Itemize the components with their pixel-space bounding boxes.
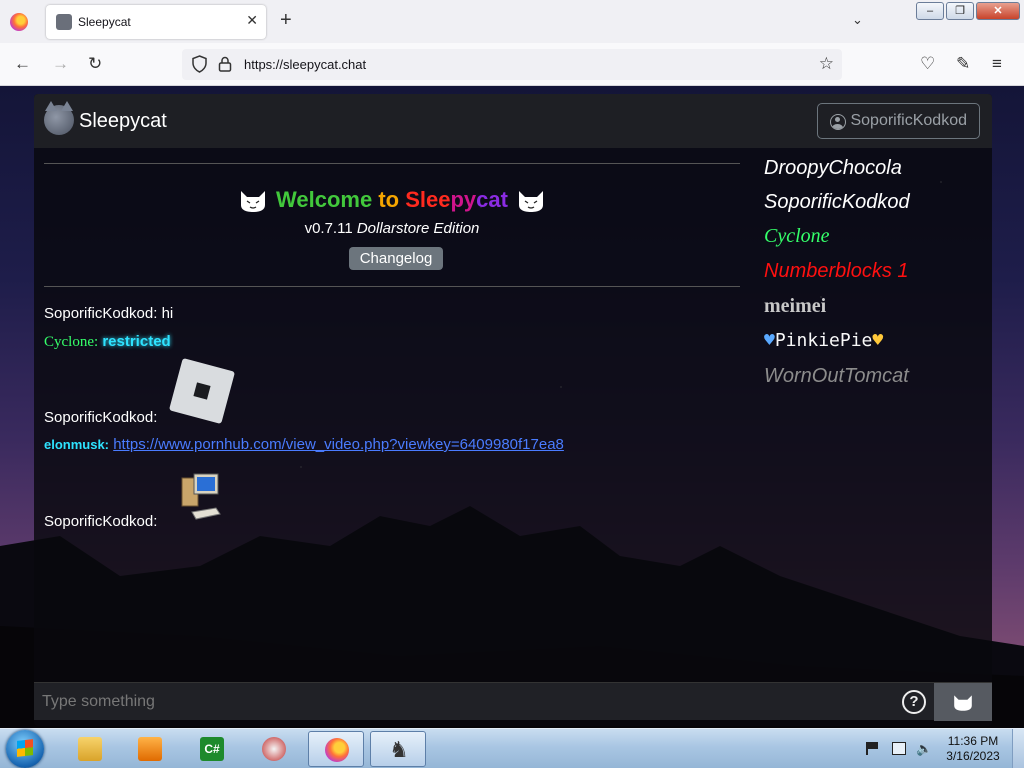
cat-send-icon bbox=[954, 695, 972, 711]
address-bar[interactable]: https://sleepycat.chat ☆ bbox=[182, 49, 842, 80]
divider-top bbox=[44, 163, 740, 164]
online-user[interactable]: Cyclone bbox=[764, 225, 830, 248]
taskbar-media-player[interactable] bbox=[122, 731, 178, 767]
system-clock[interactable]: 11:36 PM 3/16/2023 bbox=[940, 734, 1006, 764]
scissors-icon bbox=[262, 737, 286, 761]
online-user[interactable]: SoporificKodkod bbox=[764, 191, 910, 214]
list-all-tabs-chevron-icon[interactable]: ⌄ bbox=[852, 12, 863, 28]
close-window-button[interactable]: ✕ bbox=[976, 2, 1020, 20]
app-header: Sleepycat SoporificKodkod bbox=[34, 94, 992, 148]
welcome-title: Welcome to Sleepycat bbox=[276, 187, 508, 212]
chat-app-panel: Sleepycat SoporificKodkod Welcome to Sle… bbox=[34, 94, 992, 726]
online-user-name: PinkiePie bbox=[774, 330, 873, 351]
folder-icon bbox=[78, 737, 102, 761]
clock-date: 3/16/2023 bbox=[946, 749, 1000, 763]
chat-message: SoporificKodkod: hi bbox=[44, 305, 173, 322]
message-author: SoporificKodkod: bbox=[44, 305, 158, 322]
reload-icon[interactable]: ↻ bbox=[88, 55, 102, 73]
media-player-icon bbox=[138, 737, 162, 761]
page-viewport: Sleepycat SoporificKodkod Welcome to Sle… bbox=[0, 86, 1024, 728]
menu-hamburger-icon[interactable]: ≡ bbox=[992, 55, 1002, 73]
taskbar-explorer[interactable] bbox=[62, 731, 118, 767]
message-author: SoporificKodkod: bbox=[44, 409, 158, 426]
message-author: Cyclone: bbox=[44, 334, 99, 350]
changelog-button[interactable]: Changelog bbox=[349, 247, 443, 270]
version-line: v0.7.11 Dollarstore Edition bbox=[34, 220, 750, 237]
chat-message: elonmusk: https://www.pornhub.com/view_v… bbox=[44, 436, 564, 453]
online-user[interactable]: Numberblocks 1 bbox=[764, 260, 909, 283]
taskbar-csharp-app[interactable]: C# bbox=[184, 731, 240, 767]
chat-message: SoporificKodkod: bbox=[44, 409, 157, 426]
minimize-button[interactable]: – bbox=[916, 2, 944, 20]
message-input-bar: ? bbox=[34, 682, 992, 721]
online-user[interactable]: WornOutTomcat bbox=[764, 365, 909, 388]
tracking-shield-icon[interactable] bbox=[192, 55, 207, 73]
message-link[interactable]: https://www.pornhub.com/view_video.php?v… bbox=[113, 436, 564, 453]
current-user-button[interactable]: SoporificKodkod bbox=[817, 103, 980, 139]
message-author: elonmusk: bbox=[44, 437, 110, 452]
firefox-icon bbox=[325, 738, 349, 762]
welcome-banner: Welcome to Sleepycat bbox=[34, 187, 750, 213]
chat-message: Cyclone: restricted bbox=[44, 333, 171, 351]
browser-tab-strip: Sleepycat ✕ + ⌄ – ❐ ✕ bbox=[0, 0, 1024, 43]
sleepycat-favicon-icon bbox=[56, 14, 72, 30]
chat-message: SoporificKodkod: bbox=[44, 513, 157, 530]
taskbar-firefox[interactable] bbox=[308, 731, 364, 767]
computer-clipart-image bbox=[181, 473, 221, 520]
online-user[interactable]: meimei bbox=[764, 295, 826, 318]
divider-bottom bbox=[44, 286, 740, 287]
network-icon[interactable] bbox=[892, 742, 906, 755]
start-button[interactable] bbox=[6, 730, 44, 768]
user-circle-icon bbox=[830, 114, 847, 130]
tab-close-icon[interactable]: ✕ bbox=[246, 12, 258, 29]
maximize-button[interactable]: ❐ bbox=[946, 2, 974, 20]
version-number: v0.7.11 bbox=[304, 220, 353, 237]
lock-icon[interactable] bbox=[218, 56, 232, 72]
new-tab-button[interactable]: + bbox=[280, 10, 292, 30]
yellow-heart-icon: ♥ bbox=[872, 330, 884, 351]
clock-time: 11:36 PM bbox=[947, 734, 999, 748]
extensions-icon[interactable]: ✎ bbox=[956, 55, 970, 73]
cat-face-icon bbox=[240, 191, 265, 212]
windows-taskbar: C# ♞ 🔈 11:36 PM 3/16/2023 bbox=[0, 728, 1024, 768]
online-user[interactable]: DroopyChocola bbox=[764, 157, 902, 180]
volume-icon[interactable]: 🔈 bbox=[916, 742, 932, 755]
tab-title: Sleepycat bbox=[78, 15, 131, 29]
roblox-logo-image bbox=[168, 357, 236, 425]
back-arrow-icon[interactable]: ← bbox=[14, 55, 31, 73]
app-brand-title: Sleepycat bbox=[79, 110, 167, 132]
message-author: SoporificKodkod: bbox=[44, 513, 158, 530]
csharp-icon: C# bbox=[200, 737, 224, 761]
taskbar-chess[interactable]: ♞ bbox=[370, 731, 426, 767]
pocket-icon[interactable]: ♡ bbox=[920, 55, 935, 73]
url-text[interactable]: https://sleepycat.chat bbox=[244, 57, 366, 72]
forward-arrow-icon[interactable]: → bbox=[52, 55, 69, 73]
cat-face-icon bbox=[519, 191, 544, 212]
firefox-view-icon[interactable] bbox=[10, 13, 28, 31]
help-button[interactable]: ? bbox=[902, 690, 926, 714]
chess-piece-icon: ♞ bbox=[389, 737, 409, 762]
message-text: restricted bbox=[102, 333, 171, 350]
action-center-flag-icon[interactable] bbox=[866, 742, 880, 755]
online-user[interactable]: ♥PinkiePie♥ bbox=[764, 330, 883, 351]
sleepycat-logo-icon bbox=[44, 101, 74, 135]
message-text: hi bbox=[161, 305, 174, 322]
edition-name: Dollarstore Edition bbox=[356, 220, 480, 237]
bookmark-star-icon[interactable]: ☆ bbox=[819, 54, 834, 74]
taskbar-snipping-tool[interactable] bbox=[246, 731, 302, 767]
browser-tab-sleepycat[interactable]: Sleepycat ✕ bbox=[46, 5, 266, 39]
blue-heart-icon: ♥ bbox=[764, 330, 775, 351]
send-button[interactable] bbox=[934, 683, 992, 721]
current-user-name: SoporificKodkod bbox=[850, 112, 967, 129]
message-input[interactable] bbox=[42, 688, 882, 716]
browser-nav-bar: ← → ↻ https://sleepycat.chat ☆ ♡ ✎ ≡ bbox=[0, 43, 1024, 86]
show-desktop-button[interactable] bbox=[1012, 729, 1024, 768]
window-controls: – ❐ ✕ bbox=[916, 2, 1020, 20]
